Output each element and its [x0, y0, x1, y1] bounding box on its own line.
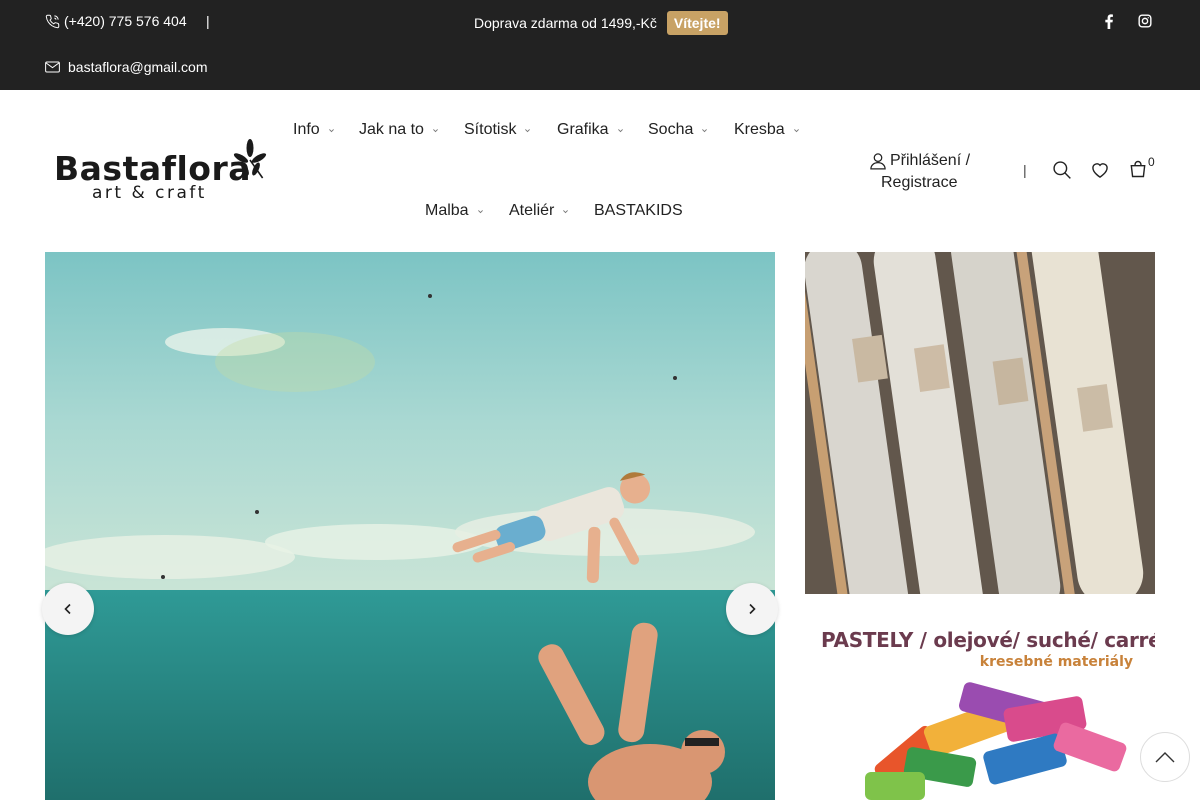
cart-bag-icon[interactable] — [1128, 159, 1148, 179]
chevron-down-icon — [477, 209, 483, 213]
promo-banner-pastels[interactable]: PASTELY / olejové/ suché/ carré kresebné… — [805, 612, 1155, 800]
nav-item-sitotisk[interactable]: Sítotisk — [464, 121, 531, 139]
hero-slider[interactable] — [45, 252, 775, 800]
nav-item-label: Info — [293, 121, 320, 138]
promo-banner: Doprava zdarma od 1499,-Kč Vítejte! — [474, 11, 728, 35]
scroll-to-top-button[interactable] — [1140, 732, 1190, 782]
chevron-down-icon — [525, 128, 531, 132]
nav-item-label: Sítotisk — [464, 121, 517, 138]
chevron-down-icon — [793, 128, 799, 132]
header-separator: | — [1023, 162, 1027, 178]
nav-item-label: BASTAKIDS — [594, 202, 683, 219]
promo-banner-canvas[interactable] — [805, 252, 1155, 594]
nav-item-malba[interactable]: Malba — [425, 202, 484, 220]
login-label[interactable]: Přihlášení / — [890, 150, 970, 172]
phone-icon — [45, 14, 60, 28]
register-label[interactable]: Registrace — [868, 172, 998, 194]
bastaflora-logo: Bastaflora art & craft — [54, 139, 267, 203]
mail-icon — [45, 61, 60, 73]
chevron-left-icon — [64, 603, 71, 615]
account-link[interactable]: Přihlášení / Registrace — [868, 150, 998, 194]
site-logo[interactable]: Bastaflora art & craft — [52, 138, 268, 204]
cart-count-badge: 0 — [1148, 155, 1155, 169]
promo-badge[interactable]: Vítejte! — [666, 11, 728, 35]
topbar-separator: | — [206, 13, 210, 29]
nav-item-atelier[interactable]: Ateliér — [509, 202, 569, 220]
slider-prev-button[interactable] — [42, 583, 94, 635]
nav-item-label: Malba — [425, 202, 469, 219]
nav-item-label: Socha — [648, 121, 694, 138]
svg-text:art & craft: art & craft — [92, 183, 207, 203]
nav-item-socha[interactable]: Socha — [648, 121, 708, 139]
pastels-banner-subtitle: kresebné materiály — [979, 654, 1133, 670]
pastels-banner-title: PASTELY / olejové/ suché/ carré — [821, 628, 1155, 652]
phone-contact[interactable]: (+420) 775 576 404 — [45, 13, 187, 29]
nav-item-label: Jak na to — [359, 121, 424, 138]
nav-item-label: Kresba — [734, 121, 785, 138]
nav-item-label: Ateliér — [509, 202, 555, 219]
social-links — [1104, 14, 1152, 29]
chevron-right-icon — [749, 603, 756, 615]
user-icon — [870, 153, 886, 170]
canvas-rolls-image — [805, 252, 1155, 594]
search-icon[interactable] — [1052, 160, 1072, 180]
slider-next-button[interactable] — [726, 583, 778, 635]
nav-item-jak-na-to[interactable]: Jak na to — [359, 121, 439, 139]
facebook-icon[interactable] — [1104, 14, 1114, 29]
phone-number[interactable]: (+420) 775 576 404 — [64, 13, 187, 29]
nav-item-grafika[interactable]: Grafika — [557, 121, 624, 139]
chevron-up-icon — [1155, 752, 1175, 763]
nav-item-info[interactable]: Info — [293, 121, 335, 139]
chevron-down-icon — [617, 128, 623, 132]
promo-text: Doprava zdarma od 1499,-Kč — [474, 15, 657, 31]
top-bar: (+420) 775 576 404 | bastaflora@gmail.co… — [0, 0, 1200, 90]
chevron-down-icon — [433, 128, 438, 132]
chevron-down-icon — [328, 128, 334, 132]
pastels-image — [865, 682, 1127, 800]
wishlist-heart-icon[interactable] — [1090, 160, 1110, 180]
instagram-icon[interactable] — [1138, 14, 1152, 28]
nav-item-kresba[interactable]: Kresba — [734, 121, 800, 139]
hero-slide-image — [45, 252, 775, 800]
nav-item-label: Grafika — [557, 121, 609, 138]
email-address[interactable]: bastaflora@gmail.com — [68, 59, 208, 75]
chevron-down-icon — [563, 209, 569, 213]
email-contact[interactable]: bastaflora@gmail.com — [45, 59, 208, 75]
chevron-down-icon — [702, 128, 708, 132]
nav-item-bastakids[interactable]: BASTAKIDS — [594, 202, 683, 220]
